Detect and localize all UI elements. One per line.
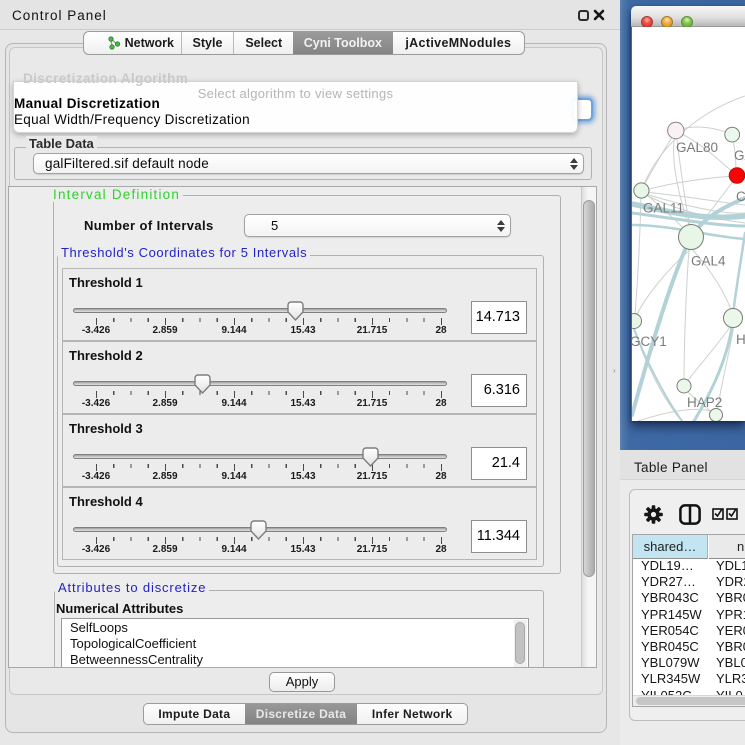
svg-text:GCY1: GCY1 bbox=[632, 334, 667, 349]
svg-text:H: H bbox=[736, 332, 745, 347]
svg-text:HAP2: HAP2 bbox=[687, 395, 722, 410]
svg-text:GAL80: GAL80 bbox=[676, 140, 718, 155]
svg-text:GAL11: GAL11 bbox=[643, 201, 684, 216]
svg-text:GAL: GAL bbox=[734, 148, 745, 163]
svg-text:GAL4: GAL4 bbox=[691, 254, 726, 269]
svg-text:C: C bbox=[736, 189, 745, 204]
